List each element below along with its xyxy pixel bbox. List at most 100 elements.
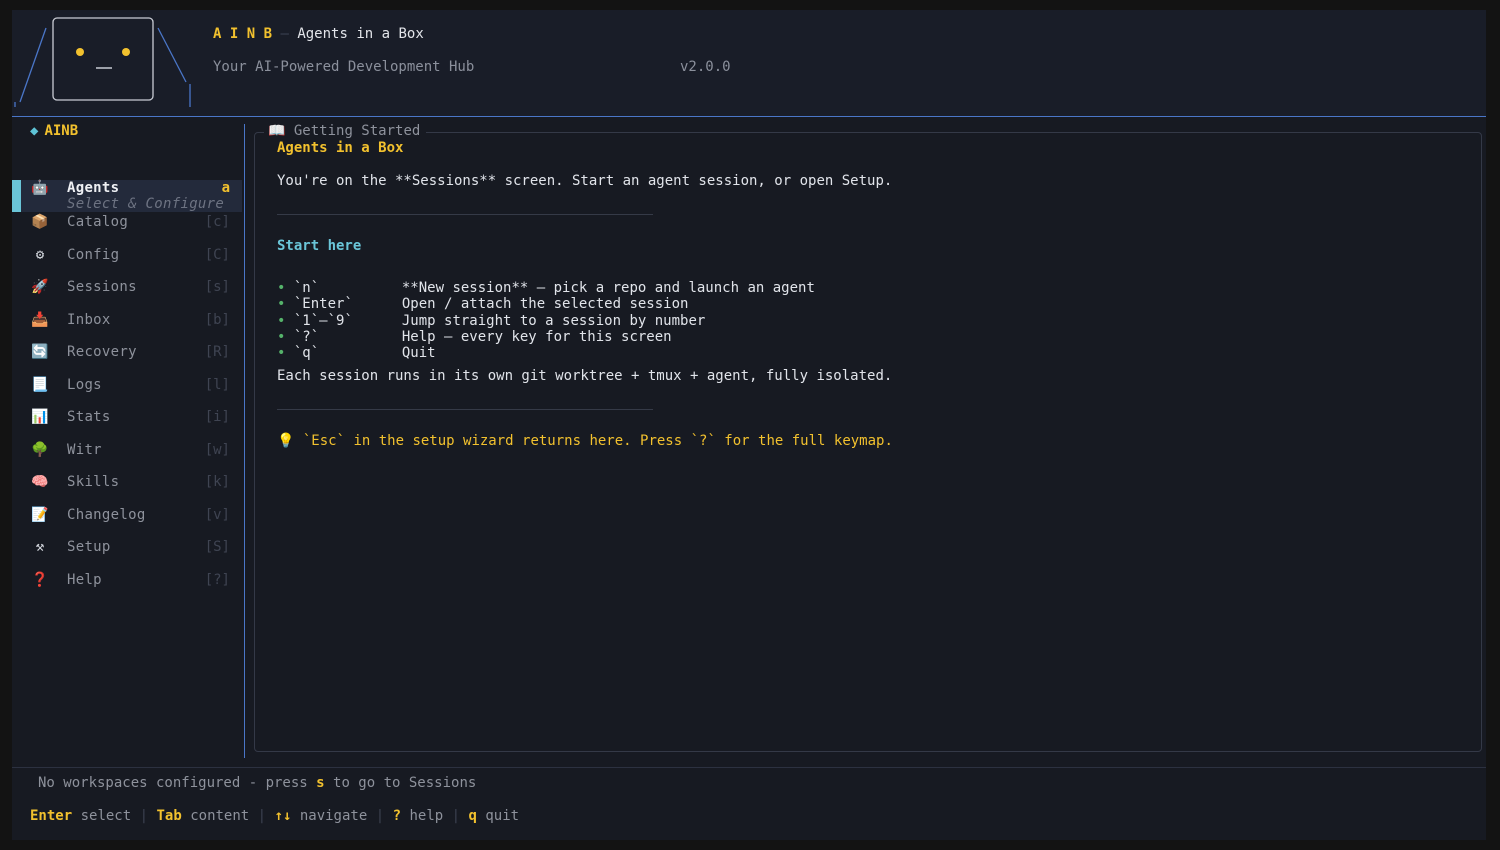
- sidebar-item-witr[interactable]: 🌳 Witr [w]: [12, 435, 242, 467]
- bullet: •: [277, 280, 286, 296]
- sessions-icon: 🚀: [31, 279, 49, 295]
- shortcut-key: [b]: [204, 312, 230, 328]
- sidebar-item-label: Catalog: [67, 214, 129, 230]
- inbox-icon: 📥: [31, 312, 49, 328]
- catalog-icon: 📦: [31, 214, 49, 230]
- hint-separator: |: [257, 808, 267, 824]
- hint-label: content: [190, 808, 250, 824]
- sidebar-item-label: Config: [67, 247, 120, 263]
- recovery-icon: 🔄: [31, 344, 49, 360]
- shortcut-key: `Enter`: [293, 296, 353, 313]
- shortcut-row: • `?` Help — every key for this screen: [277, 329, 672, 345]
- shortcut-key: `?`: [293, 328, 320, 345]
- hint-separator: |: [451, 808, 461, 824]
- tip-text: `Esc` in the setup wizard returns here. …: [302, 433, 893, 449]
- shortcut-key: [v]: [204, 507, 230, 523]
- shortcut-desc: Open / attach the selected session: [401, 296, 689, 313]
- sidebar-item-recovery[interactable]: 🔄 Recovery [R]: [12, 337, 242, 369]
- sidebar-title: ◆ AINB: [30, 123, 78, 139]
- intro-text: You're on the **Sessions** screen. Start…: [277, 173, 893, 189]
- status-line: No workspaces configured - press s to go…: [38, 775, 476, 791]
- status-prefix: No workspaces configured - press: [38, 775, 317, 791]
- shortcut-desc: Jump straight to a session by number: [401, 312, 706, 329]
- shortcut-key: [k]: [204, 474, 230, 490]
- sidebar-item-config[interactable]: ⚙ Config [C]: [12, 240, 242, 272]
- panel-title: 📖 Getting Started: [264, 123, 427, 139]
- lightbulb-icon: 💡: [277, 433, 295, 449]
- sidebar-item-inbox[interactable]: 📥 Inbox [b]: [12, 305, 242, 337]
- content-heading: Agents in a Box: [277, 140, 404, 156]
- sidebar-item-label: Sessions: [67, 279, 137, 295]
- version-label: v2.0.0: [680, 59, 731, 75]
- shortcut-key: [?]: [204, 572, 230, 588]
- skills-icon: 🧠: [31, 474, 49, 490]
- sidebar-item-help[interactable]: ❓ Help [?]: [12, 565, 242, 597]
- robot-logo-icon: [14, 17, 191, 107]
- hint-separator: |: [375, 808, 385, 824]
- shortcut-key: [c]: [204, 214, 230, 230]
- shortcut-key: `1`–`9`: [293, 312, 353, 329]
- shortcut-key: `n`: [293, 280, 320, 296]
- hint-label: quit: [485, 808, 520, 824]
- hint-key: ↑↓: [274, 808, 292, 824]
- sidebar-item-label: Stats: [67, 409, 111, 425]
- tagline: Your AI-Powered Development Hub: [213, 59, 475, 75]
- hint-label: navigate: [299, 808, 368, 824]
- shortcut-row: • `q` Quit: [277, 345, 436, 361]
- book-icon: 📖: [268, 123, 286, 139]
- shortcut-key: `q`: [293, 345, 320, 362]
- sidebar-item-catalog[interactable]: 📦 Catalog [c]: [12, 207, 242, 239]
- agents-icon: 🤖: [31, 180, 49, 196]
- changelog-icon: 📝: [31, 507, 49, 523]
- shortcut-desc: Quit: [401, 345, 436, 362]
- sidebar-item-changelog[interactable]: 📝 Changelog [v]: [12, 500, 242, 532]
- sidebar-item-label: Recovery: [67, 344, 137, 360]
- witr-icon: 🌳: [31, 442, 49, 458]
- brand-name: Agents in a Box: [297, 26, 424, 42]
- setup-icon: ⚒: [35, 539, 45, 555]
- stats-icon: 📊: [31, 409, 49, 425]
- diamond-icon: ◆: [30, 123, 39, 139]
- shortcut-desc: Help — every key for this screen: [401, 328, 672, 345]
- shortcut-row: • `Enter` Open / attach the selected sess…: [277, 296, 688, 312]
- shortcut-row: • `1`–`9` Jump straight to a session by n…: [277, 313, 705, 329]
- help-icon: ❓: [31, 572, 49, 588]
- sidebar-item-skills[interactable]: 🧠 Skills [k]: [12, 467, 242, 499]
- sidebar-item-label: Witr: [67, 442, 102, 458]
- sidebar: ◆ AINB 🤖 Agents Select & Configure a 📦 Catalog…: [12, 117, 244, 757]
- status-key: s: [316, 775, 325, 791]
- sidebar-divider: [244, 124, 245, 758]
- status-suffix: to go to Sessions: [324, 775, 477, 791]
- shortcut-key: [w]: [204, 442, 230, 458]
- brand-dash: —: [272, 26, 298, 42]
- shortcut-desc: **New session** — pick a repo and launch…: [401, 280, 815, 296]
- logs-icon: 📃: [31, 377, 49, 393]
- shortcut-key: [i]: [204, 409, 230, 425]
- isolation-note: Each session runs in its own git worktre…: [277, 368, 893, 384]
- bullet: •: [277, 328, 286, 345]
- terminal-window: A I N B — Agents in a Box Your AI-Powere…: [12, 10, 1486, 840]
- footer-divider: [12, 767, 1486, 768]
- hint-key: q: [468, 808, 477, 824]
- shortcut-key: [s]: [204, 279, 230, 295]
- sidebar-item-logs[interactable]: 📃 Logs [l]: [12, 370, 242, 402]
- divider-rule: [277, 409, 653, 410]
- sidebar-item-label: Skills: [67, 474, 120, 490]
- sidebar-item-label: Agents: [67, 180, 120, 196]
- sidebar-item-sessions[interactable]: 🚀 Sessions [s]: [12, 272, 242, 304]
- bullet: •: [277, 312, 286, 329]
- shortcut-row: • `n` **New session** — pick a repo and l…: [277, 280, 815, 296]
- shortcut-key: [C]: [204, 247, 230, 263]
- divider-rule: [277, 214, 653, 215]
- sidebar-item-label: Inbox: [67, 312, 111, 328]
- sidebar-item-stats[interactable]: 📊 Stats [i]: [12, 402, 242, 434]
- sidebar-item-label: Setup: [67, 539, 111, 555]
- shortcut-key: [R]: [204, 344, 230, 360]
- hint-key: Tab: [156, 808, 182, 824]
- sidebar-item-label: Help: [67, 572, 102, 588]
- app-header: A I N B — Agents in a Box Your AI-Powere…: [12, 10, 1486, 117]
- sidebar-item-label: Logs: [67, 377, 102, 393]
- sidebar-item-setup[interactable]: ⚒ Setup [S]: [12, 532, 242, 564]
- shortcut-key: [l]: [204, 377, 230, 393]
- shortcut-key: a: [221, 180, 230, 196]
